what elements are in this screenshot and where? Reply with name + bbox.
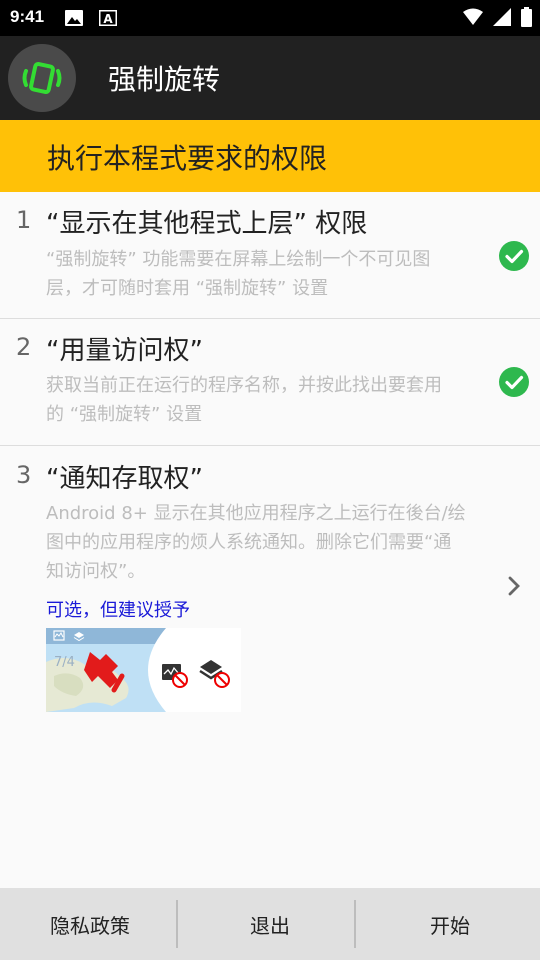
svg-text:A: A	[103, 12, 113, 26]
permission-description: 获取当前正在运行的程序名称，并按此找出要套用 的 “强制旋转” 设置	[46, 371, 496, 429]
battery-icon	[521, 7, 532, 27]
image-notification-icon	[65, 10, 83, 26]
description-line: 图中的应用程序的烦人系统通知。删除它们需要“通	[46, 532, 452, 553]
app-logo	[8, 44, 76, 112]
app-title: 强制旋转	[108, 63, 221, 96]
bottom-action-bar: 隐私政策 退出 开始	[0, 888, 540, 960]
permissions-banner: 执行本程式要求的权限	[0, 120, 540, 192]
chevron-right-icon[interactable]	[506, 575, 522, 597]
permission-item-usage-access[interactable]: 2 “用量访问权” 获取当前正在运行的程序名称，并按此找出要套用 的 “强制旋转…	[0, 319, 540, 446]
preview-date: 7/4	[54, 655, 75, 670]
exit-button[interactable]: 退出	[180, 888, 360, 960]
permission-item-notification-access[interactable]: 3 “通知存取权” Android 8+ 显示在其他应用程序之上运行在後台/绘 …	[0, 446, 540, 726]
permission-title: “通知存取权”	[46, 464, 203, 494]
description-line: Android 8+ 显示在其他应用程序之上运行在後台/绘	[46, 503, 466, 524]
check-circle-icon	[499, 367, 529, 397]
status-time: 9:41	[10, 7, 45, 26]
permission-description: “强制旋转” 功能需要在屏幕上绘制一个不可见图 层，才可随时套用 “强制旋转” …	[46, 245, 496, 303]
permission-number: 1	[16, 206, 32, 234]
banner-text: 执行本程式要求的权限	[47, 142, 328, 175]
cellular-signal-icon	[493, 8, 511, 26]
app-bar: 强制旋转	[0, 36, 540, 120]
privacy-policy-button[interactable]: 隐私政策	[0, 888, 180, 960]
rotate-phone-icon	[22, 61, 62, 95]
notification-preview-image: 7/4	[46, 628, 241, 712]
description-line: 知访问权”。	[46, 561, 146, 582]
permission-number: 3	[16, 461, 32, 489]
check-circle-icon	[499, 241, 529, 271]
permission-description: Android 8+ 显示在其他应用程序之上运行在後台/绘 图中的应用程序的烦人…	[46, 499, 496, 586]
font-notification-icon: A	[99, 10, 117, 26]
button-divider	[354, 900, 356, 948]
permission-title: “用量访问权”	[46, 336, 203, 366]
permission-title: “显示在其他程式上层” 权限	[46, 209, 368, 239]
description-line: “强制旋转” 功能需要在屏幕上绘制一个不可见图	[46, 249, 431, 270]
wifi-icon	[463, 8, 483, 25]
optional-note: 可选，但建议授予	[46, 600, 190, 621]
start-button[interactable]: 开始	[360, 888, 540, 960]
permission-number: 2	[16, 333, 32, 361]
permission-item-overlay[interactable]: 1 “显示在其他程式上层” 权限 “强制旋转” 功能需要在屏幕上绘制一个不可见图…	[0, 192, 540, 319]
status-bar: 9:41 A	[0, 0, 540, 36]
description-line: 层，才可随时套用 “强制旋转” 设置	[46, 278, 329, 299]
button-divider	[176, 900, 178, 948]
description-line: 获取当前正在运行的程序名称，并按此找出要套用	[46, 375, 442, 396]
description-line: 的 “强制旋转” 设置	[46, 404, 203, 425]
